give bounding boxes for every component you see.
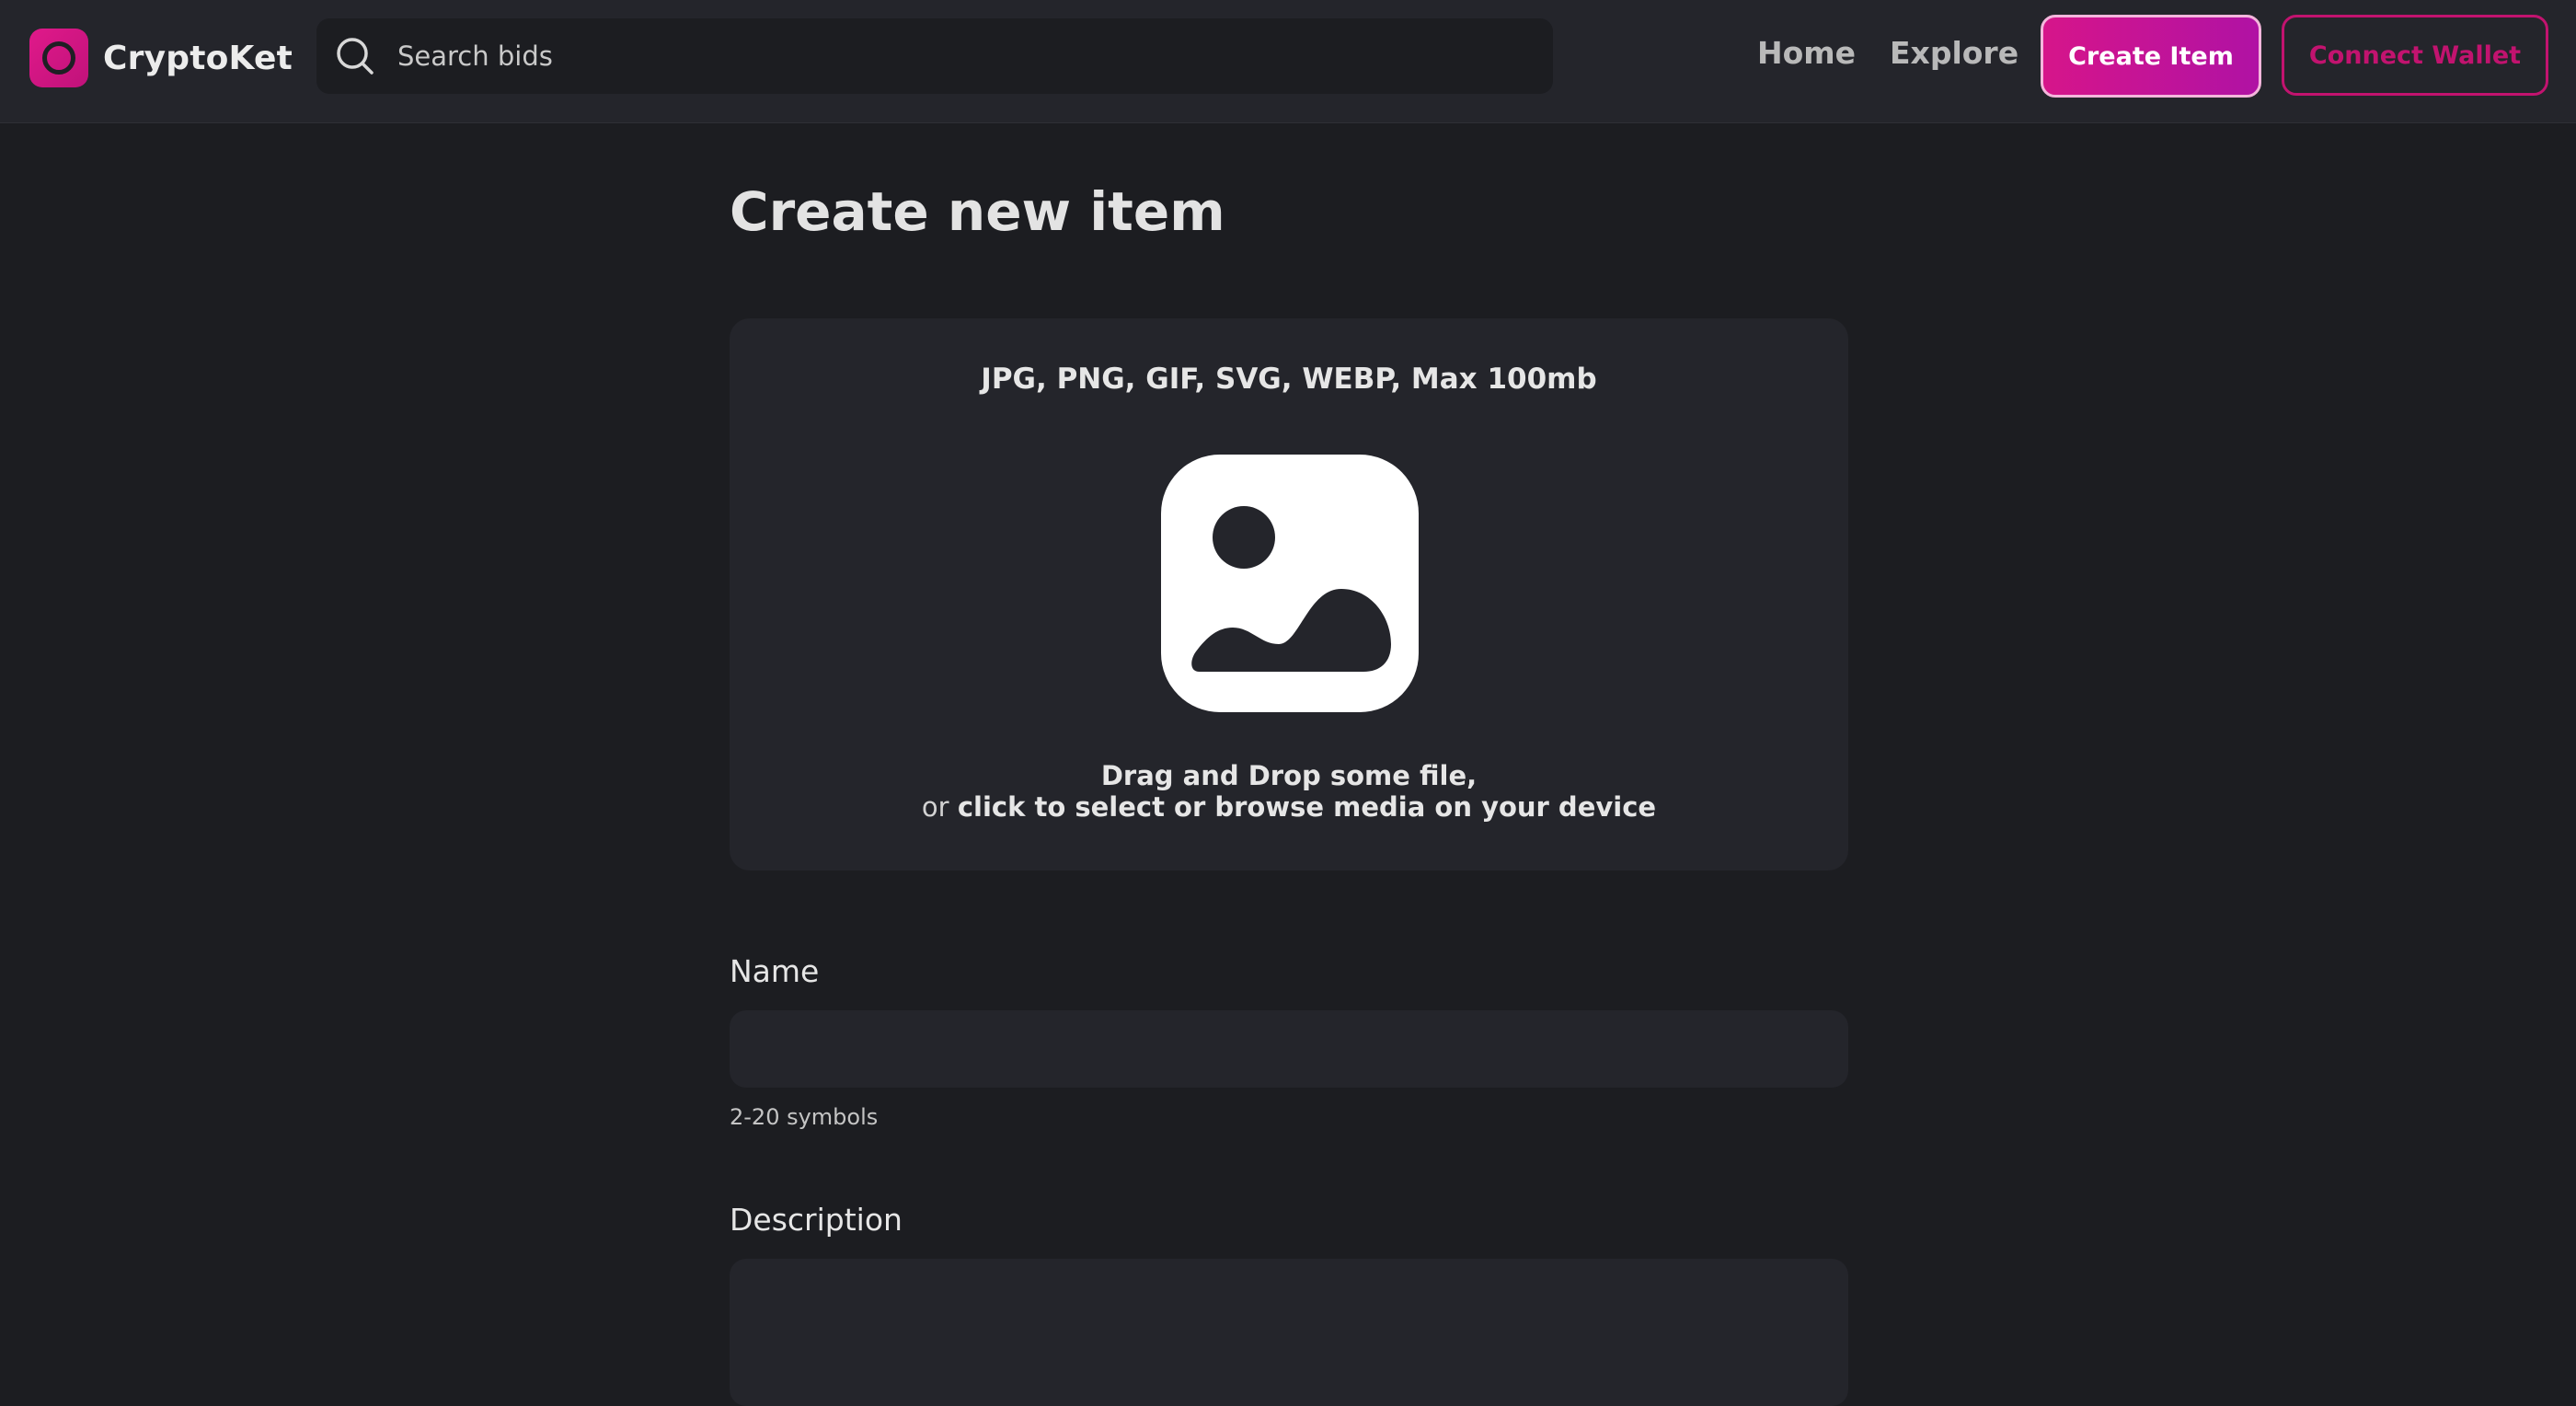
brand-logo-icon [29,29,88,87]
search-input[interactable] [396,29,1553,84]
search-bar [316,18,1553,94]
brand[interactable]: CryptoKet [29,28,293,88]
name-hint: 2-20 symbols [730,1104,879,1130]
upload-hint-or: or [921,791,958,823]
navbar: CryptoKet Home Explore Create Item Conne… [0,0,2576,123]
brand-name: CryptoKet [103,39,293,77]
search-icon [335,36,375,76]
upload-formats-text: JPG, PNG, GIF, SVG, WEBP, Max 100mb [981,363,1597,396]
connect-wallet-button[interactable]: Connect Wallet [2282,15,2548,96]
upload-hint-line2: click to select or browse media on your … [957,791,1657,823]
image-placeholder-icon [1161,455,1419,712]
name-label: Name [730,953,820,989]
nav-link-home[interactable]: Home [1757,35,1856,71]
file-upload-dropzone[interactable]: JPG, PNG, GIF, SVG, WEBP, Max 100mb Drag… [730,318,1848,870]
name-input[interactable] [730,1010,1848,1088]
nav-link-explore[interactable]: Explore [1890,35,2018,71]
description-label: Description [730,1202,903,1238]
page-title: Create new item [730,180,1225,243]
upload-hint: Drag and Drop some file, or click to sel… [730,760,1848,823]
create-item-button[interactable]: Create Item [2041,15,2261,98]
description-input[interactable] [730,1259,1848,1406]
upload-hint-line1: Drag and Drop some file, [1100,760,1478,791]
